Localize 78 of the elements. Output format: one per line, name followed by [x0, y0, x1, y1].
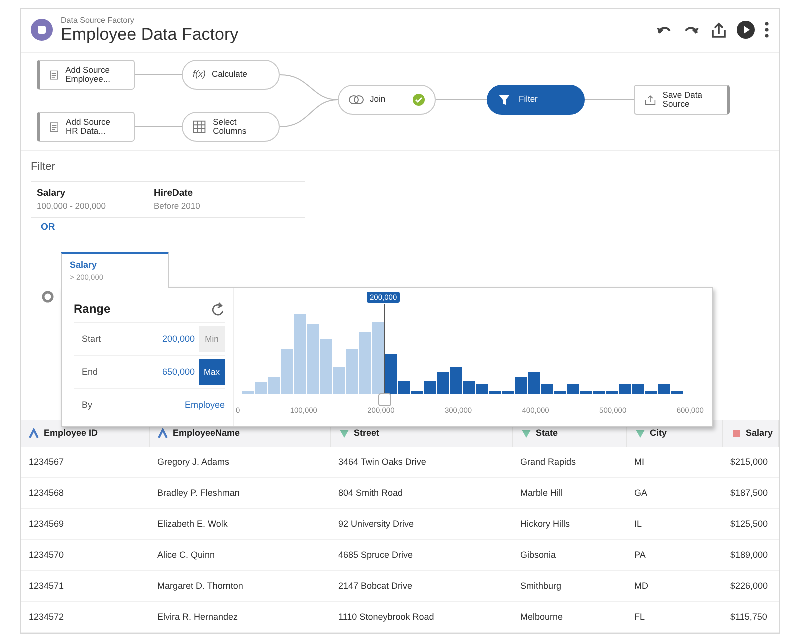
table-cell: $189,000	[722, 540, 778, 570]
table-cell: $226,000	[722, 570, 778, 602]
table-cell: 1110 Stoneybrook Road	[330, 602, 512, 632]
table-cell: Margaret D. Thornton	[150, 570, 330, 602]
table-cell: Hickory Hills	[512, 508, 626, 540]
table-cell: 1234572	[21, 602, 150, 632]
operator-label: OR	[41, 222, 56, 234]
table-cell: MI	[626, 447, 722, 478]
condition-field: HireDate	[154, 188, 200, 200]
table-cell: 1234570	[21, 540, 150, 570]
table-cell: $215,000	[722, 447, 778, 478]
table-cell: Bradley P. Fleshman	[150, 478, 330, 508]
tab-field: Salary	[70, 260, 160, 270]
column-header[interactable]: Salary	[722, 420, 778, 447]
table-cell: 3464 Twin Oaks Drive	[330, 447, 512, 478]
table-cell: IL	[626, 508, 722, 540]
table-cell: FL	[626, 602, 722, 632]
refresh-icon[interactable]	[211, 302, 225, 316]
table-cell: Elizabeth E. Wolk	[150, 508, 330, 540]
table-cell: Gibsonia	[512, 540, 626, 570]
grid-icon	[193, 120, 208, 134]
share-icon[interactable]	[711, 22, 727, 38]
field-label: End	[82, 367, 100, 377]
table-cell: Elvira R. Hernandez	[150, 602, 330, 632]
table-cell: 2147 Bobcat Drive	[330, 570, 512, 602]
table-cell: 1234567	[21, 447, 150, 478]
app-logo-icon	[31, 19, 53, 42]
table-cell: Alice C. Quinn	[150, 540, 330, 570]
field-value: 200,000	[161, 334, 196, 344]
table-cell: $125,500	[722, 508, 778, 540]
pipeline-node[interactable]: f(x) Calculate	[182, 60, 280, 90]
triangle-icon	[521, 428, 531, 440]
table-cell: 1234569	[21, 508, 150, 540]
pipeline-node[interactable]: Filter	[487, 84, 585, 115]
more-icon[interactable]	[765, 21, 769, 40]
table-cell: $187,500	[722, 478, 778, 508]
pipeline-node[interactable]: Add Source HR Data...	[37, 112, 135, 142]
play-icon[interactable]	[737, 21, 755, 40]
table-cell: $115,750	[722, 602, 778, 632]
pipeline-node[interactable]: Join	[338, 84, 436, 115]
table-cell: Smithburg	[512, 570, 626, 602]
section-title: Filter	[31, 161, 56, 174]
pipeline-node[interactable]: Add Source Employee...	[37, 60, 135, 90]
table-cell: 4685 Spruce Drive	[330, 540, 512, 570]
field-label: Start	[82, 334, 102, 344]
square-icon	[731, 428, 741, 440]
caret-icon	[158, 428, 168, 440]
condition-value: 100,000 - 200,000	[37, 201, 106, 212]
table-cell: Marble Hill	[512, 478, 626, 508]
table-cell: 1234568	[21, 478, 150, 508]
table-cell: MD	[626, 570, 722, 602]
table-cell: 1234571	[21, 570, 150, 602]
table-cell: Grand Rapids	[512, 447, 626, 478]
function-icon: f(x)	[193, 70, 206, 80]
filter-icon	[498, 92, 513, 107]
max-button[interactable]: Max	[199, 359, 225, 385]
document-icon	[50, 120, 60, 134]
field-label: By	[82, 400, 94, 410]
pipeline-node[interactable]: Save Data Source	[634, 84, 730, 115]
triangle-icon	[635, 428, 645, 440]
table-cell: GA	[626, 478, 722, 508]
table-cell: Gregory J. Adams	[150, 447, 330, 478]
app-subtitle: Data Source Factory	[61, 16, 136, 25]
dimension-link[interactable]: Employee	[144, 400, 225, 410]
caret-icon	[29, 428, 39, 440]
condition-field: Salary	[37, 188, 106, 200]
field-value: 650,000	[161, 367, 196, 377]
app-title: Employee Data Factory	[61, 24, 239, 45]
popup-title: Range	[74, 302, 111, 316]
table-cell: PA	[626, 540, 722, 570]
condition-value: Before 2010	[154, 201, 200, 212]
ring-icon	[42, 291, 54, 304]
table-cell: 804 Smith Road	[330, 478, 512, 508]
triangle-icon	[339, 428, 349, 440]
pipeline-node[interactable]: Select Columns	[182, 112, 280, 142]
join-icon	[349, 92, 364, 107]
table-cell: 92 University Drive	[330, 508, 512, 540]
table-cell: Melbourne	[512, 602, 626, 632]
